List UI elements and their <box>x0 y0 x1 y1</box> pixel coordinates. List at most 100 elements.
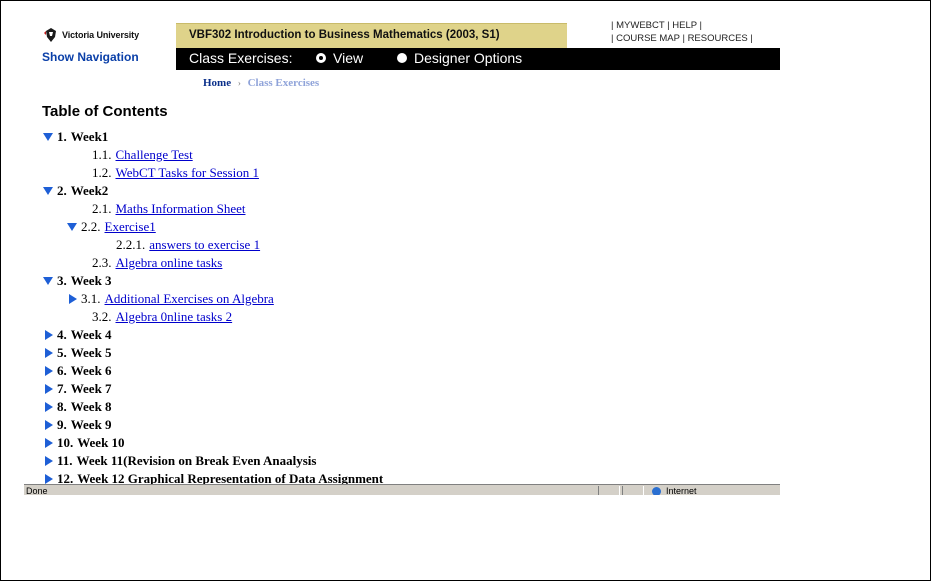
collapse-triangle-icon[interactable] <box>66 221 78 233</box>
help-link[interactable]: HELP <box>672 20 697 31</box>
toc-week-label[interactable]: Week 8 <box>71 399 112 415</box>
toc-week-label[interactable]: Week 7 <box>71 381 112 397</box>
toc-item-number: 5. <box>57 345 67 360</box>
status-pane <box>622 486 644 495</box>
toc-week-item: 2. Week2 <box>42 182 108 200</box>
breadcrumb-current: Class Exercises <box>247 77 320 89</box>
toc-item: 2.2. Exercise1 <box>66 218 156 236</box>
toc-item-link[interactable]: Additional Exercises on Algebra <box>105 291 274 307</box>
toc-week-label[interactable]: Week 3 <box>71 273 112 289</box>
zone-label: Internet <box>666 486 697 495</box>
view-option[interactable]: View <box>316 50 363 66</box>
toc-title: Table of Contents <box>42 103 168 120</box>
toc-item-number: 1.1. <box>92 147 112 162</box>
toc-week-item: 1. Week1 <box>42 128 108 146</box>
link-separator: | <box>611 33 614 44</box>
collapse-triangle-icon[interactable] <box>42 131 54 143</box>
toc-week-item: 4. Week 4 <box>42 326 112 344</box>
toc-week-label[interactable]: Week2 <box>71 183 109 199</box>
toc-item-link[interactable]: answers to exercise 1 <box>149 237 260 253</box>
toc-item-link[interactable]: Challenge Test <box>116 147 193 163</box>
toc-week-label[interactable]: Week 6 <box>71 363 112 379</box>
course-title: VBF302 Introduction to Business Mathemat… <box>189 29 500 41</box>
resources-link[interactable]: RESOURCES <box>688 33 748 44</box>
link-separator: | <box>667 20 670 31</box>
toc-item-number: 8. <box>57 399 67 414</box>
zone-indicator: Internet <box>652 486 697 495</box>
toc-item: 1.1. Challenge Test <box>92 146 193 164</box>
expand-triangle-icon[interactable] <box>42 401 54 413</box>
toc-item-link[interactable]: Maths Information Sheet <box>116 201 246 217</box>
toc-week-label[interactable]: Week 4 <box>71 327 112 343</box>
toc-item: 2.3. Algebra online tasks <box>92 254 222 272</box>
toc-week-label[interactable]: Week 11(Revision on Break Even Anaalysis <box>77 453 317 469</box>
toc-item-number: 6. <box>57 363 67 378</box>
toc-week-item: 3. Week 3 <box>42 272 112 290</box>
link-separator: | <box>611 20 614 31</box>
context-bar: Class Exercises: View Designer Options <box>176 48 780 70</box>
toc-week-label[interactable]: Week1 <box>71 129 109 145</box>
breadcrumb: Home › Class Exercises <box>203 77 319 89</box>
toc-item-link[interactable]: Exercise1 <box>105 219 156 235</box>
toc-week-item: 10. Week 10 <box>42 434 125 452</box>
toc-item: 1.2. WebCT Tasks for Session 1 <box>92 164 259 182</box>
toc-item-number: 2.1. <box>92 201 112 216</box>
radio-icon[interactable] <box>397 53 407 63</box>
toc-item-link[interactable]: WebCT Tasks for Session 1 <box>116 165 259 181</box>
radio-selected-icon[interactable] <box>316 53 326 63</box>
status-text: Done <box>26 486 48 495</box>
toc-item-number: 2. <box>57 183 67 198</box>
toc-item-number: 3.1. <box>81 291 101 306</box>
toc-item: 2.2.1. answers to exercise 1 <box>116 236 260 254</box>
course-title-bar: VBF302 Introduction to Business Mathemat… <box>176 23 567 49</box>
toc-item-number: 1. <box>57 129 67 144</box>
course-map-link[interactable]: COURSE MAP <box>616 33 680 44</box>
logo-text: Victoria University <box>62 30 139 40</box>
collapse-triangle-icon[interactable] <box>42 185 54 197</box>
breadcrumb-home[interactable]: Home <box>203 77 231 89</box>
link-separator: | <box>750 33 753 44</box>
view-option-label: View <box>333 50 364 66</box>
toc-item-link[interactable]: Algebra 0nline tasks 2 <box>116 309 233 325</box>
top-links: | MYWEBCT | HELP | | COURSE MAP | RESOUR… <box>569 19 780 47</box>
toc-week-label[interactable]: Week 5 <box>71 345 112 361</box>
toc-week-label[interactable]: Week 9 <box>71 417 112 433</box>
toc-item-number: 3.2. <box>92 309 112 324</box>
toc-item: 2.1. Maths Information Sheet <box>92 200 245 218</box>
expand-triangle-icon[interactable] <box>42 383 54 395</box>
toc-item-number: 9. <box>57 417 67 432</box>
toc-item-number: 1.2. <box>92 165 112 180</box>
link-separator: | <box>699 20 703 31</box>
mywebct-link[interactable]: MYWEBCT <box>616 20 664 31</box>
toc-item-number: 7. <box>57 381 67 396</box>
toc-item-number: 3. <box>57 273 67 288</box>
toc-item-number: 10. <box>57 435 74 450</box>
expand-triangle-icon[interactable] <box>66 293 78 305</box>
toc-item-number: 11. <box>57 453 73 468</box>
toc-week-item: 7. Week 7 <box>42 380 112 398</box>
university-logo[interactable]: Victoria University <box>44 27 139 43</box>
toc-item-number: 2.2.1. <box>116 237 146 252</box>
toc-item-number: 2.2. <box>81 219 101 234</box>
expand-triangle-icon[interactable] <box>42 419 54 431</box>
expand-triangle-icon[interactable] <box>42 437 54 449</box>
university-crest-icon <box>44 28 56 42</box>
globe-icon <box>652 486 661 495</box>
toc-item: 3.2. Algebra 0nline tasks 2 <box>92 308 232 326</box>
toc-item-link[interactable]: Algebra online tasks <box>116 255 223 271</box>
status-bar: Done Internet <box>24 484 780 495</box>
designer-options-option[interactable]: Designer Options <box>397 50 522 66</box>
toc-week-item: 6. Week 6 <box>42 362 112 380</box>
designer-options-label: Designer Options <box>414 50 523 66</box>
collapse-triangle-icon[interactable] <box>42 275 54 287</box>
expand-triangle-icon[interactable] <box>42 365 54 377</box>
toc-week-label[interactable]: Week 10 <box>77 435 124 451</box>
toc-item-number: 4. <box>57 327 67 342</box>
expand-triangle-icon[interactable] <box>42 347 54 359</box>
status-pane <box>598 486 620 495</box>
show-navigation-link[interactable]: Show Navigation <box>42 50 139 64</box>
expand-triangle-icon[interactable] <box>42 329 54 341</box>
expand-triangle-icon[interactable] <box>42 455 54 467</box>
breadcrumb-separator: › <box>237 78 241 88</box>
toc-week-item: 8. Week 8 <box>42 398 112 416</box>
